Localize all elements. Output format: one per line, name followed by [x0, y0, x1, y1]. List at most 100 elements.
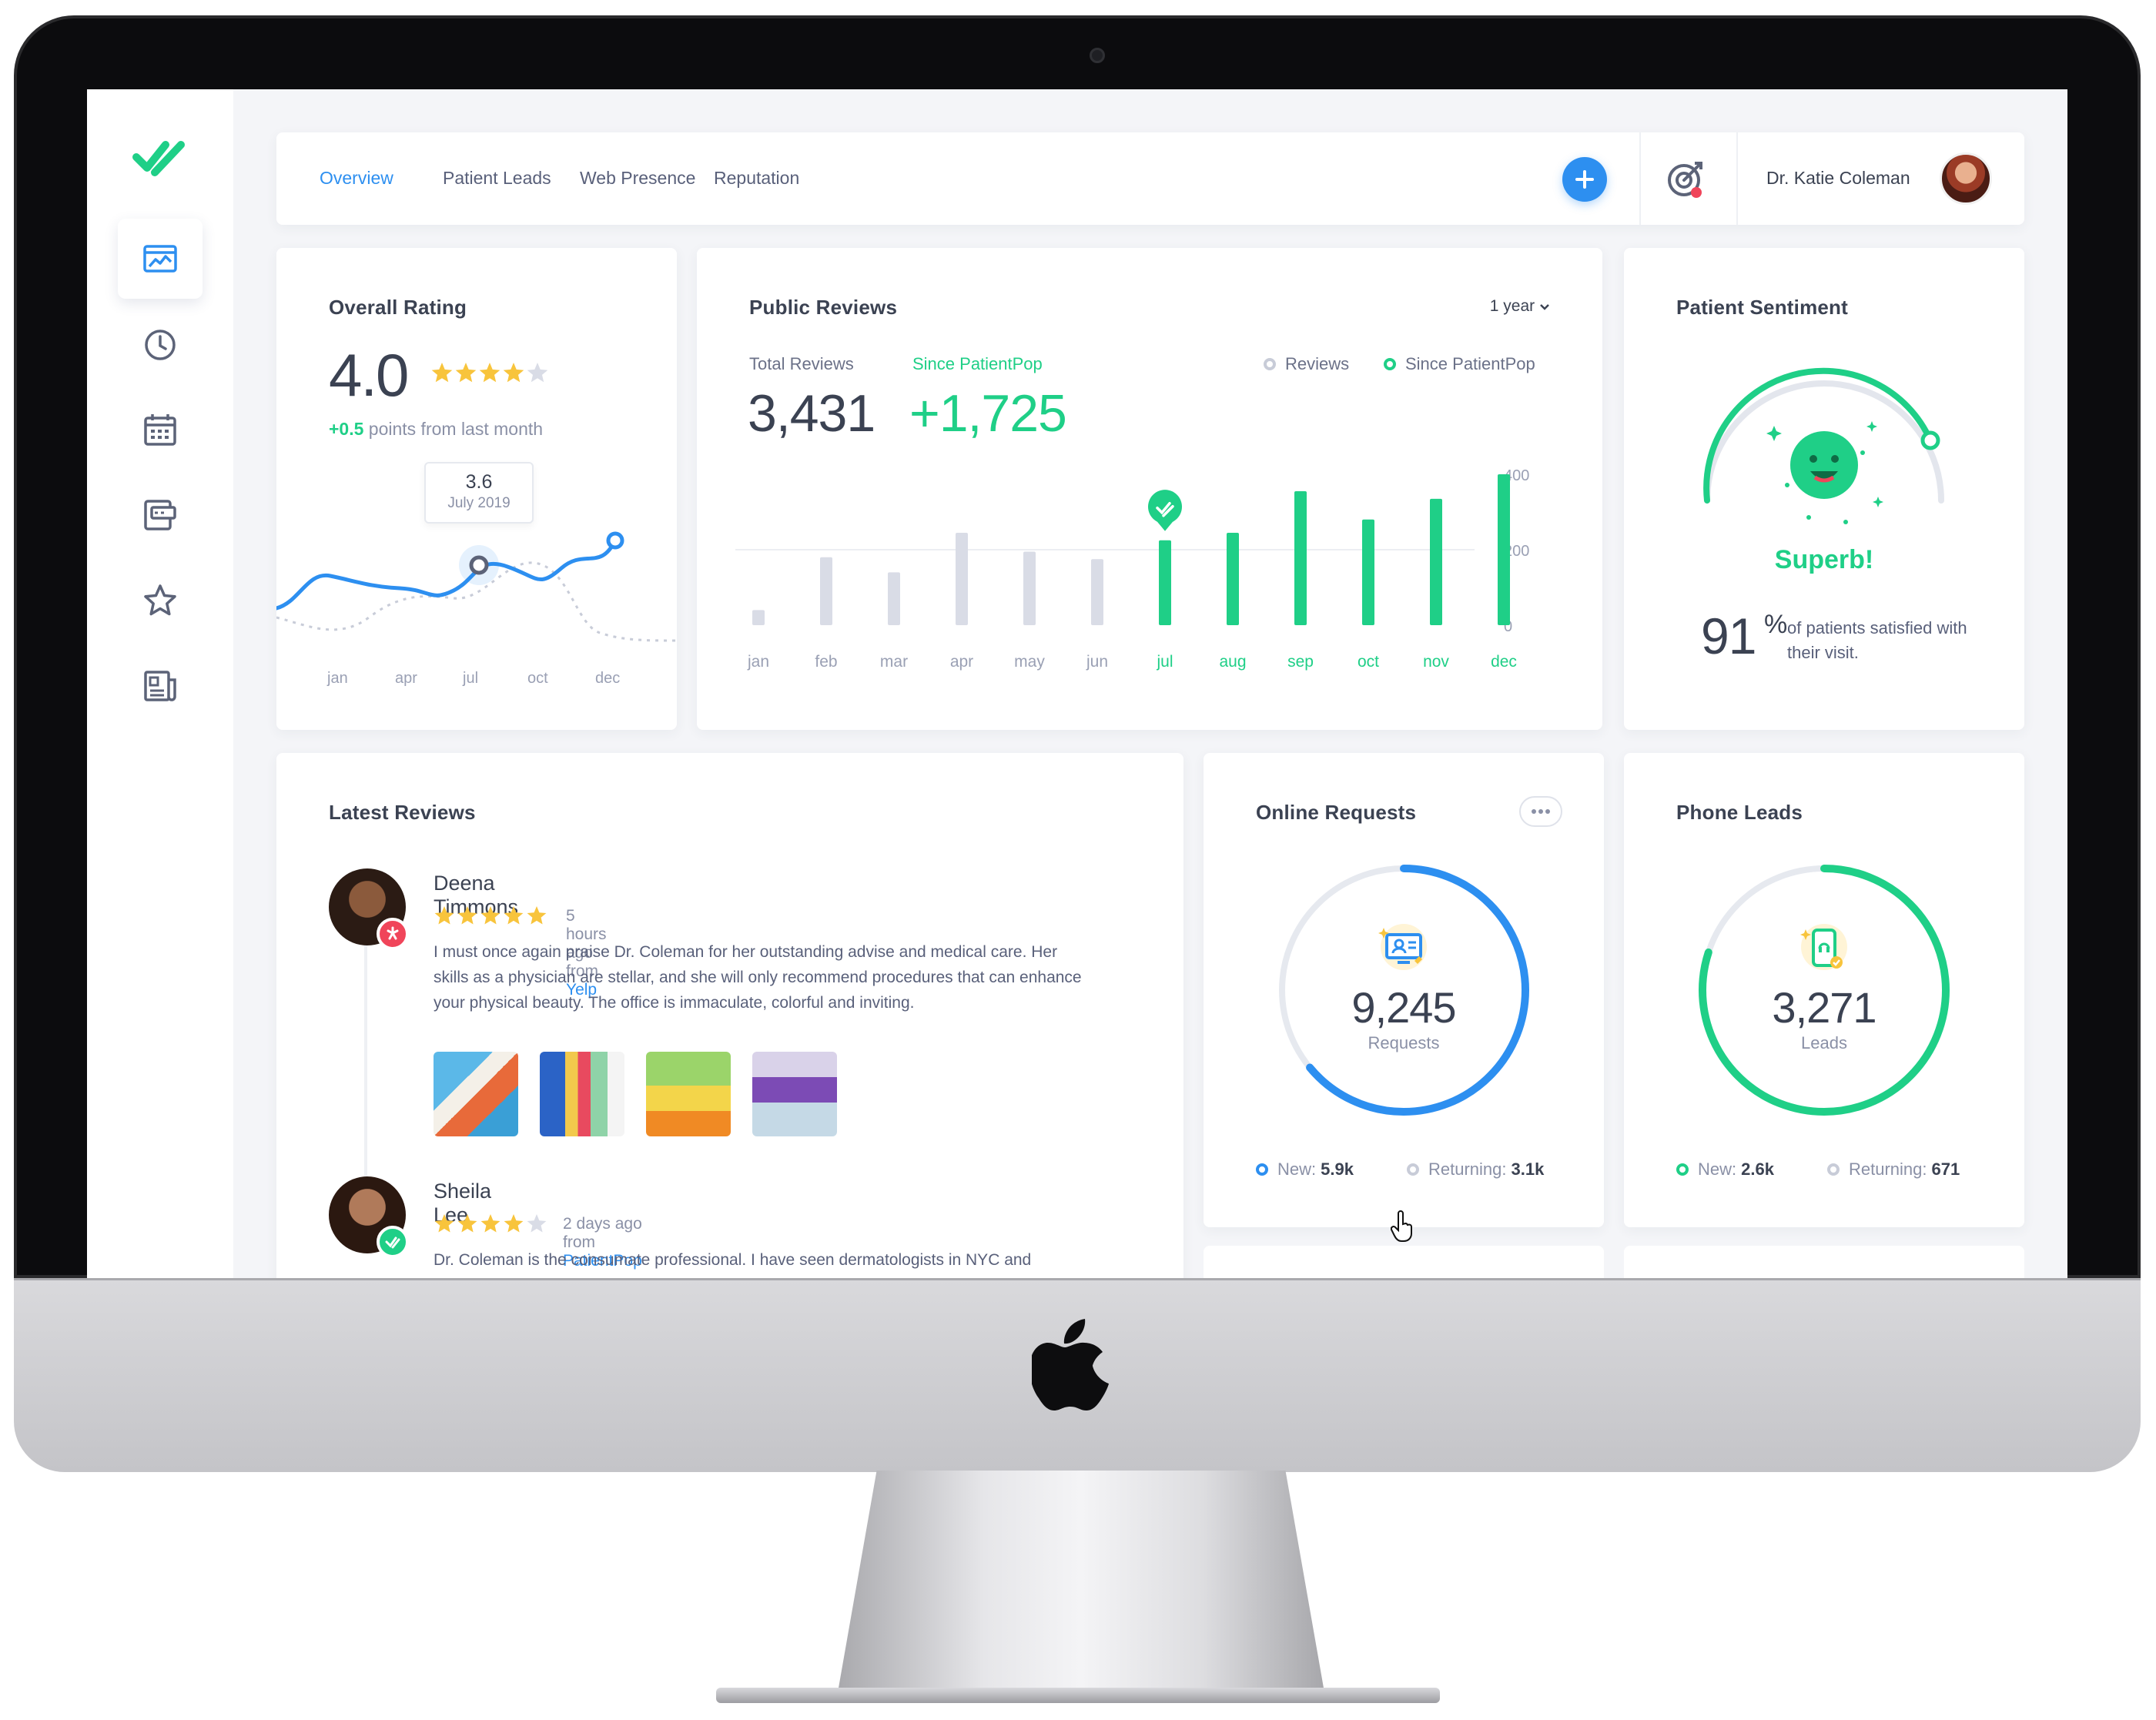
phone-leads-card: Phone Leads 3,271 Leads New: 2.6k Returni… [1624, 753, 2024, 1227]
tab-reputation[interactable]: Reputation [714, 168, 799, 189]
bar-jan[interactable] [752, 610, 765, 625]
review-text: Dr. Coleman is the consumate professiona… [434, 1251, 1032, 1269]
legend-dot [1676, 1163, 1689, 1176]
bar-apr[interactable] [956, 532, 968, 625]
x-tick-label: sep [1287, 653, 1314, 671]
review-photo[interactable] [752, 1052, 837, 1136]
total-reviews-label: Total Reviews [749, 354, 854, 373]
review-photo[interactable] [540, 1052, 624, 1136]
x-tick-label: jun [1086, 653, 1108, 671]
leads-unit: Leads [1801, 1033, 1847, 1052]
hand-cursor-icon [1391, 1210, 1412, 1242]
gauge-handle[interactable] [1920, 430, 1940, 450]
legend-since-patientpop[interactable]: Since PatientPop [1384, 354, 1535, 374]
more-options-button[interactable] [1519, 796, 1562, 827]
bar-aug[interactable] [1227, 532, 1239, 625]
more-dots-icon [1532, 809, 1550, 814]
chart-point-dec[interactable] [606, 531, 624, 550]
star-filled-icon [479, 363, 500, 383]
tooltip-value: 3.6 [465, 471, 493, 493]
returning-label: Returning: [1849, 1159, 1927, 1179]
x-tick-label: oct [1358, 653, 1379, 671]
sidebar-item-history[interactable] [118, 305, 203, 385]
user-avatar[interactable] [1940, 152, 1992, 205]
legend-label: Since PatientPop [1405, 354, 1535, 373]
bar-jul[interactable] [1159, 540, 1171, 625]
yelp-icon [377, 918, 409, 950]
card-title: Public Reviews [749, 296, 898, 319]
bar-feb[interactable] [820, 557, 832, 625]
sentiment-label: Superb! [1774, 545, 1874, 574]
app-logo-icon[interactable] [132, 134, 189, 179]
card-placeholder [1204, 1246, 1604, 1278]
x-axis-label: jul [463, 670, 479, 687]
plus-icon [1575, 170, 1594, 189]
rating-delta-text: points from last month [368, 419, 544, 439]
star-empty-icon [527, 363, 548, 383]
star-empty-icon [527, 1214, 547, 1233]
public-reviews-card: Public Reviews 1 year Total Reviews 3,43… [697, 248, 1602, 730]
review-photo[interactable] [434, 1052, 518, 1136]
bar-mar[interactable] [888, 572, 900, 625]
add-button[interactable] [1562, 157, 1607, 202]
x-tick-label: feb [815, 653, 837, 671]
bar-oct[interactable] [1362, 519, 1374, 625]
sidebar-item-billing[interactable] [118, 474, 203, 554]
review-photo[interactable] [646, 1052, 731, 1136]
latest-reviews-card: Latest Reviews Deena Timmons 5 hours ago… [276, 753, 1183, 1278]
star-icon [144, 584, 176, 616]
new-label: New: [1698, 1159, 1737, 1179]
news-icon [144, 671, 176, 701]
card-title: Phone Leads [1676, 801, 1803, 824]
bar-jun[interactable] [1091, 559, 1103, 625]
patientpop-marker-icon[interactable] [1148, 490, 1182, 531]
divider [1639, 132, 1641, 225]
calendar-icon [144, 414, 176, 446]
camera-dot [1090, 48, 1105, 63]
x-tick-label: mar [880, 653, 908, 671]
chart-point-july[interactable] [469, 555, 489, 575]
sidebar-item-dashboard[interactable] [118, 219, 203, 299]
bar-dec[interactable] [1498, 474, 1510, 625]
clock-icon [145, 330, 176, 360]
new-value: 2.6k [1741, 1159, 1774, 1179]
user-name[interactable]: Dr. Katie Coleman [1766, 168, 1910, 189]
x-axis-label: dec [595, 670, 621, 687]
chart-tooltip: 3.6 July 2019 [424, 462, 534, 524]
tab-patient-leads[interactable]: Patient Leads [443, 168, 551, 189]
tab-web-presence[interactable]: Web Presence [580, 168, 695, 189]
reviews-bar-chart: 0200400jan feb mar apr may jun jul aug sep oct nov… [735, 467, 1529, 671]
review-stars [434, 1214, 547, 1233]
sidebar [87, 89, 233, 1278]
sidebar-item-reviews[interactable] [118, 561, 203, 641]
rating-delta-value: +0.5 [329, 419, 364, 439]
x-tick-label: nov [1423, 653, 1449, 671]
card-placeholder [1624, 1246, 2024, 1278]
phone-lead-icon [1800, 924, 1847, 970]
bar-nov[interactable] [1430, 498, 1442, 625]
bar-sep[interactable] [1294, 491, 1307, 625]
star-filled-icon [503, 363, 524, 383]
monitor-chin [14, 1278, 2141, 1472]
app-screen: Overview Patient Leads Web Presence Repu… [87, 89, 2067, 1278]
tab-overview[interactable]: Overview [320, 168, 393, 189]
card-title: Online Requests [1256, 801, 1417, 824]
brand-logo-icon [1032, 1319, 1109, 1410]
star-filled-icon [480, 906, 500, 925]
legend-dot [1407, 1163, 1419, 1176]
sidebar-item-news[interactable] [118, 645, 203, 725]
x-axis-label: jan [327, 670, 348, 687]
sidebar-item-calendar[interactable] [118, 390, 203, 470]
billing-icon [144, 500, 176, 530]
legend-reviews[interactable]: Reviews [1264, 354, 1349, 374]
period-dropdown[interactable]: 1 year [1490, 297, 1550, 316]
star-filled-icon [434, 1214, 454, 1233]
satisfaction-percent: 91 [1701, 607, 1756, 664]
x-tick-label: dec [1491, 653, 1517, 671]
goals-target-icon[interactable] [1666, 159, 1707, 200]
new-requests: New: 5.9k [1256, 1159, 1354, 1180]
star-filled-icon [480, 1214, 500, 1233]
bar-may[interactable] [1023, 551, 1036, 625]
dashboard-icon [143, 245, 177, 273]
x-tick-label: may [1014, 653, 1045, 671]
